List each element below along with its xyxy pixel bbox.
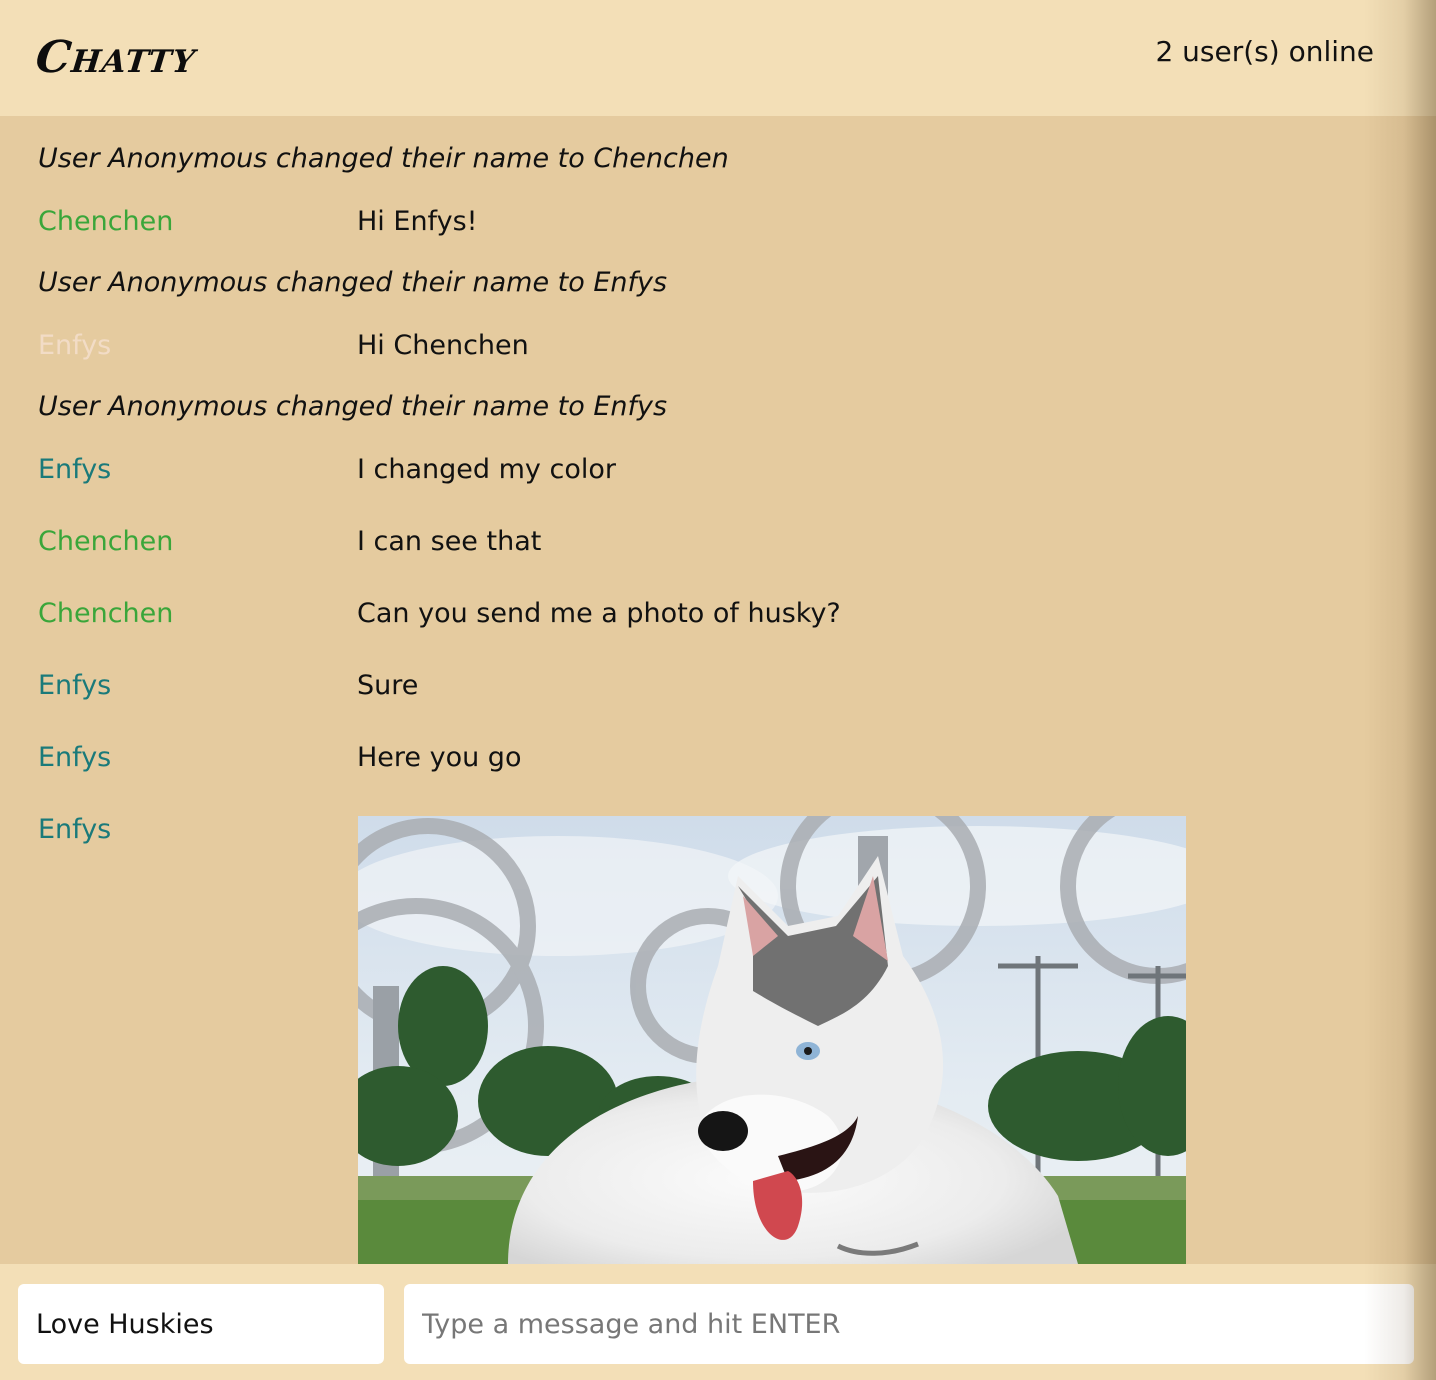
message-username: Enfys [38, 670, 112, 701]
system-notification-text: User Anonymous changed their name to Enf… [38, 391, 668, 422]
online-users-count: 2 user(s) online [1155, 35, 1374, 68]
message-text: Hi Chenchen [357, 330, 529, 361]
message-text: Can you send me a photo of husky? [357, 598, 841, 629]
message-text: Hi Enfys! [357, 206, 478, 237]
username-input[interactable] [18, 1284, 384, 1364]
system-notification-text: User Anonymous changed their name to Che… [38, 143, 729, 174]
navbar: Chatty 2 user(s) online [0, 0, 1436, 116]
chat-app: Chatty 2 user(s) online User Anonymous c… [0, 0, 1436, 1380]
message-username: Enfys [38, 454, 112, 485]
message-text: Sure [357, 670, 419, 701]
message-text: I can see that [357, 526, 542, 557]
system-notification-text: User Anonymous changed their name to Enf… [38, 267, 668, 298]
message-text: Here you go [357, 742, 522, 773]
message-username: Chenchen [38, 526, 174, 557]
message-text: I changed my color [357, 454, 616, 485]
message-username: Chenchen [38, 598, 174, 629]
message-username: Chenchen [38, 206, 174, 237]
husky-photo[interactable] [358, 816, 1186, 1264]
message-username: Enfys [38, 742, 112, 773]
message-username: Enfys [38, 330, 112, 361]
message-input[interactable] [404, 1284, 1414, 1364]
message-list[interactable]: User Anonymous changed their name to Che… [0, 116, 1436, 1264]
app-logo[interactable]: Chatty [33, 30, 199, 86]
message-username: Enfys [38, 814, 112, 845]
message-composer [0, 1264, 1436, 1380]
